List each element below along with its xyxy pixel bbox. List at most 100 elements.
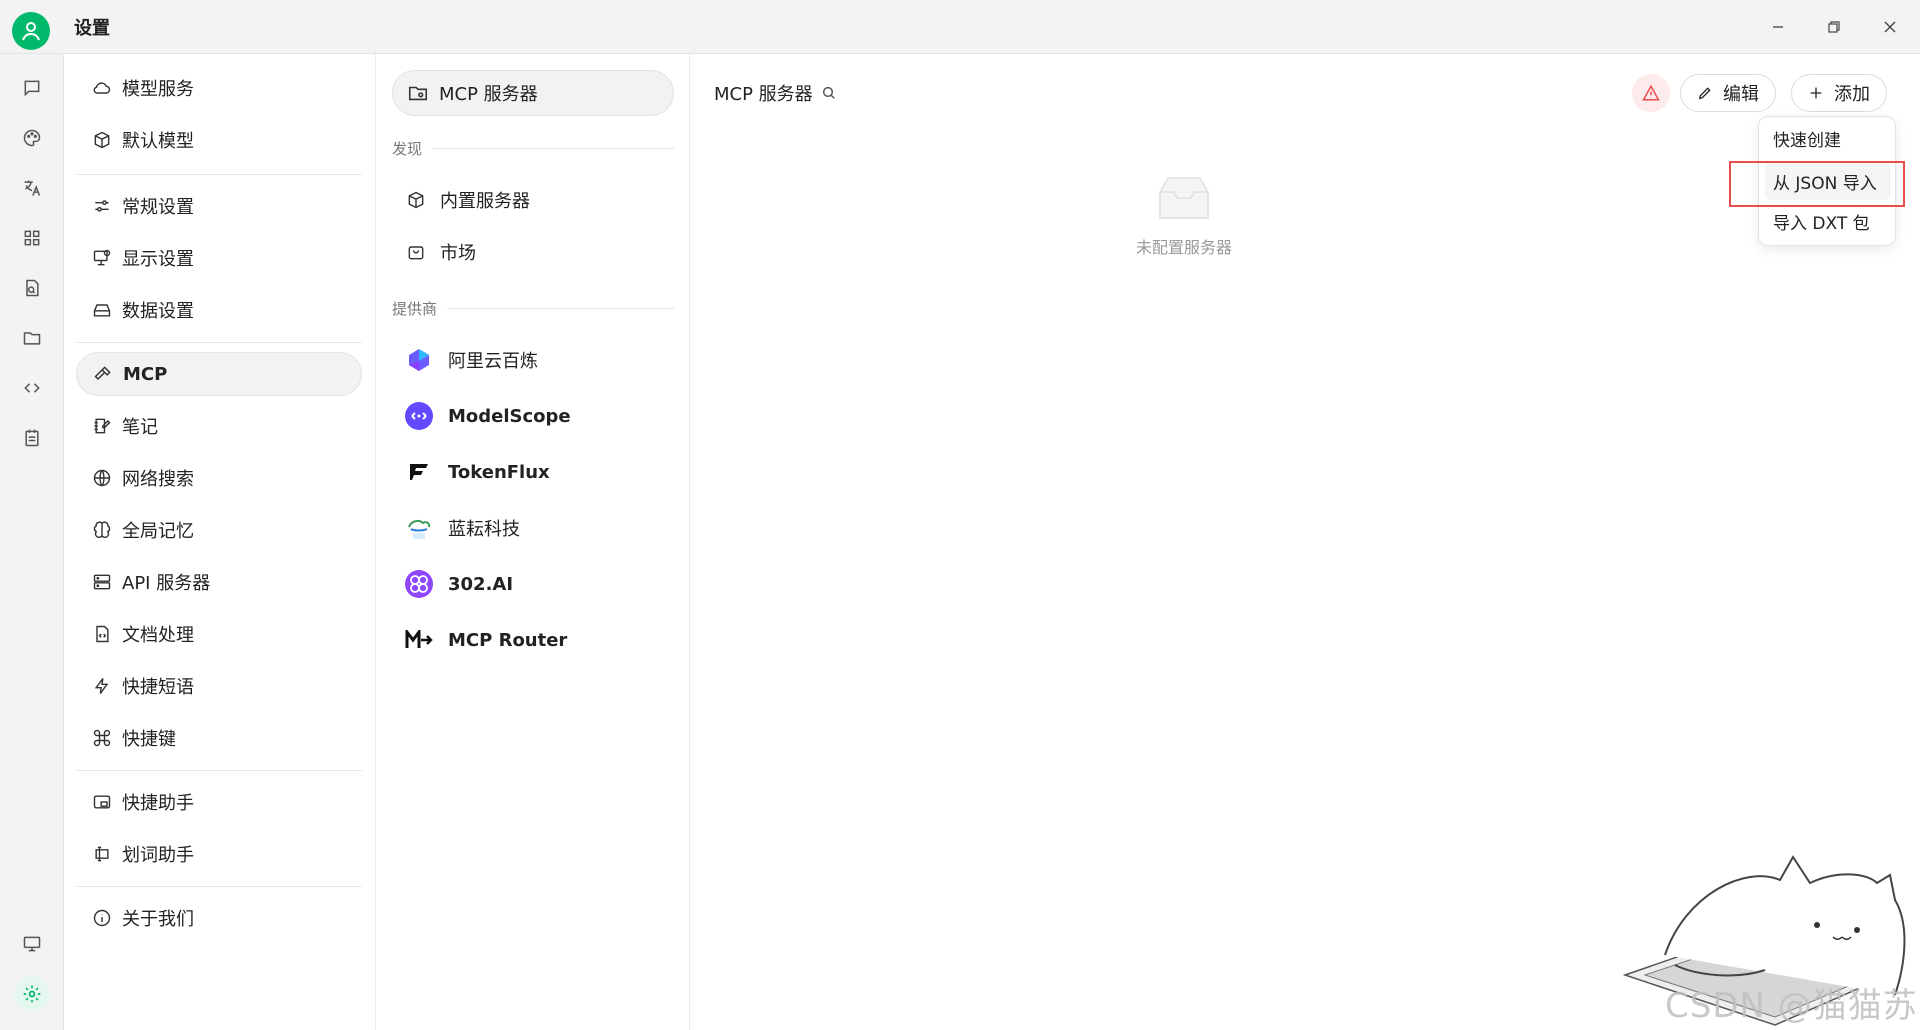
page-title-text: MCP 服务器 — [714, 84, 813, 105]
edit-label: 编辑 — [1723, 84, 1759, 105]
apps-grid-icon[interactable] — [14, 220, 50, 256]
provider-tokenflux[interactable]: TokenFlux — [404, 452, 550, 492]
folder-icon[interactable] — [14, 320, 50, 356]
nav-item-label: 模型服务 — [122, 79, 194, 100]
restore-icon — [1828, 21, 1840, 33]
market-label: 市场 — [440, 243, 476, 264]
mcp-nav: MCP 服务器 发现 内置服务器 市场 提供商 阿里云百炼 ModelScope… — [376, 54, 690, 1030]
menu-item-quick-create[interactable]: 快速创建 — [1773, 123, 1841, 153]
icon-rail — [0, 54, 64, 1030]
nav-item-label: 笔记 — [122, 417, 158, 438]
pencil-icon — [1697, 85, 1713, 101]
nav-item-data[interactable]: 数据设置 — [76, 288, 362, 332]
provider-label: 蓝耘科技 — [448, 519, 520, 540]
info-icon — [90, 906, 114, 930]
nav-item-shortcuts[interactable]: 快捷键 — [76, 716, 362, 760]
box-icon — [404, 188, 428, 212]
nav-item-display[interactable]: 显示设置 — [76, 236, 362, 280]
provider-modelscope[interactable]: ModelScope — [404, 396, 571, 436]
nav-item-memory[interactable]: 全局记忆 — [76, 508, 362, 552]
nav-item-general[interactable]: 常规设置 — [76, 184, 362, 228]
provider-label: MCP Router — [448, 629, 568, 651]
close-button[interactable] — [1872, 12, 1908, 42]
providers-label: 提供商 — [392, 300, 438, 318]
monitor-icon[interactable] — [14, 926, 50, 962]
watermark-text: CSDN @猫猫苏 — [1665, 986, 1918, 1026]
page-title: MCP 服务器 — [714, 80, 837, 106]
nav-divider — [76, 174, 362, 175]
nav-item-notes[interactable]: 笔记 — [76, 404, 362, 448]
market-item[interactable]: 市场 — [404, 232, 476, 272]
cloud-icon — [90, 76, 114, 100]
nav-item-default-model[interactable]: 默认模型 — [76, 118, 362, 162]
warning-triangle-icon — [1642, 84, 1660, 101]
plus-icon — [1808, 85, 1824, 101]
search-icon[interactable] — [821, 85, 837, 101]
discover-label: 发现 — [392, 140, 423, 158]
palette-icon[interactable] — [14, 120, 50, 156]
empty-state: 未配置服务器 — [1104, 174, 1264, 258]
edit-button[interactable]: 编辑 — [1680, 74, 1776, 112]
warning-button[interactable] — [1632, 74, 1670, 112]
nav-item-selection-assistant[interactable]: 划词助手 — [76, 832, 362, 876]
cube-icon — [90, 128, 114, 152]
nav-item-mcp[interactable]: MCP — [76, 352, 362, 396]
close-icon — [1884, 21, 1896, 33]
minimize-icon — [1773, 26, 1783, 28]
add-button[interactable]: 添加 — [1791, 74, 1887, 112]
nav-item-label: 显示设置 — [122, 249, 194, 270]
restore-button[interactable] — [1816, 12, 1852, 42]
hammer-icon — [91, 362, 115, 386]
mcp-servers-tab[interactable]: MCP 服务器 — [392, 70, 674, 116]
title-bar: 设置 — [0, 0, 1920, 54]
nav-item-label: 关于我们 — [122, 909, 194, 930]
document-code-icon — [90, 622, 114, 646]
provider-302ai[interactable]: 302.AI — [404, 564, 513, 604]
nav-item-label: 快捷助手 — [122, 793, 194, 814]
nav-item-api-server[interactable]: API 服务器 — [76, 560, 362, 604]
provider-mcprouter[interactable]: MCP Router — [404, 620, 567, 660]
translate-icon[interactable] — [14, 170, 50, 206]
add-label: 添加 — [1834, 84, 1870, 105]
code-icon[interactable] — [14, 370, 50, 406]
builtin-servers-item[interactable]: 内置服务器 — [404, 180, 530, 220]
nav-item-model-service[interactable]: 模型服务 — [76, 66, 362, 110]
nav-item-about[interactable]: 关于我们 — [76, 896, 362, 940]
server-icon — [90, 570, 114, 594]
monitor-settings-icon — [90, 246, 114, 270]
menu-item-import-dxt[interactable]: 导入 DXT 包 — [1773, 206, 1870, 236]
nav-item-quick-phrases[interactable]: 快捷短语 — [76, 664, 362, 708]
empty-state-text: 未配置服务器 — [1135, 238, 1232, 257]
provider-lanyun[interactable]: 蓝耘科技 — [404, 508, 520, 548]
provider-label: 302.AI — [448, 573, 514, 595]
nav-item-label: 划词助手 — [122, 845, 194, 866]
command-icon — [90, 726, 114, 750]
nav-item-quick-assistant[interactable]: 快捷助手 — [76, 780, 362, 824]
nav-item-web-search[interactable]: 网络搜索 — [76, 456, 362, 500]
provider-bailian[interactable]: 阿里云百炼 — [404, 340, 538, 380]
lanyun-logo — [404, 513, 434, 543]
settings-nav: 模型服务 默认模型 常规设置 显示设置 数据设置 MCP 笔记 网络搜索 全局记… — [64, 54, 376, 1030]
user-avatar[interactable] — [12, 12, 50, 50]
nav-item-label: 网络搜索 — [122, 469, 194, 490]
nav-item-label: 全局记忆 — [122, 521, 194, 542]
nav-divider — [76, 342, 362, 343]
nav-item-label: 数据设置 — [122, 301, 194, 322]
mcprouter-logo — [404, 625, 434, 655]
nav-item-doc-processing[interactable]: 文档处理 — [76, 612, 362, 656]
shopping-bag-icon — [404, 240, 428, 264]
nav-item-label: 文档处理 — [122, 625, 194, 646]
nav-item-label: 默认模型 — [122, 131, 194, 152]
settings-gear-icon[interactable] — [14, 976, 50, 1012]
brain-icon — [90, 518, 114, 542]
nav-item-label: MCP — [123, 363, 168, 385]
302ai-logo — [404, 569, 434, 599]
provider-label: TokenFlux — [448, 461, 550, 483]
chat-icon[interactable] — [14, 70, 50, 106]
minimize-button[interactable] — [1760, 12, 1796, 42]
provider-label: ModelScope — [448, 405, 571, 427]
text-select-icon — [90, 842, 114, 866]
file-search-icon[interactable] — [14, 270, 50, 306]
nav-item-label: 常规设置 — [122, 197, 194, 218]
notes-icon[interactable] — [14, 420, 50, 456]
